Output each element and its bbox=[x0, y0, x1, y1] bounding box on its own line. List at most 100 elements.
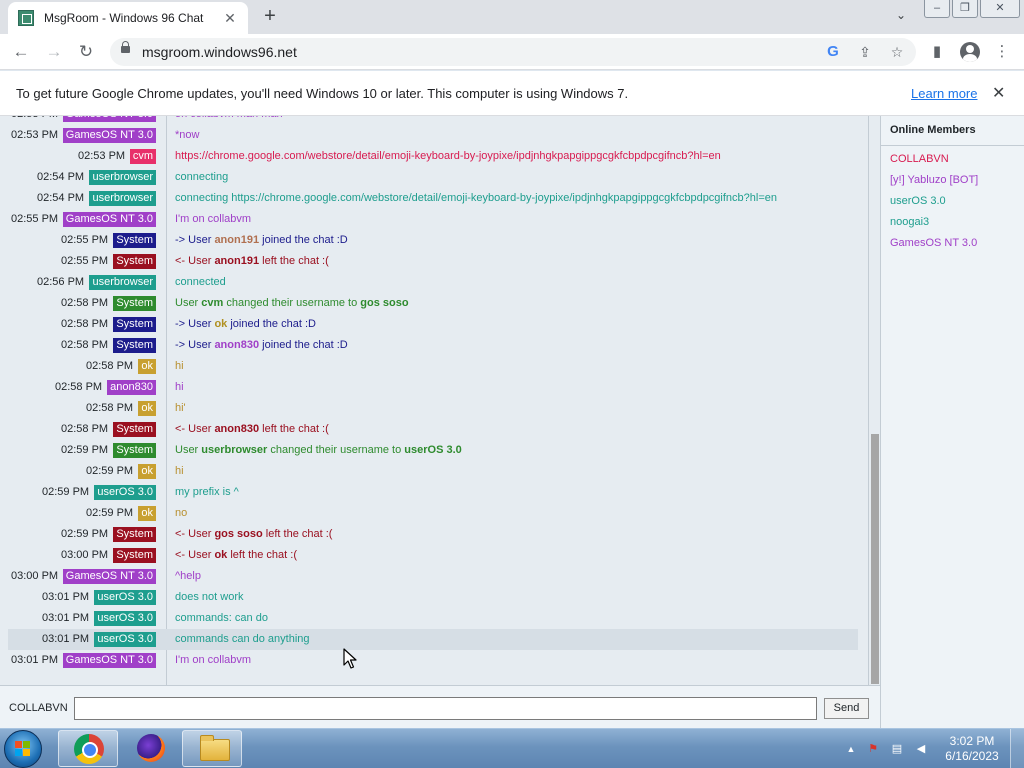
message-username-badge[interactable]: ok bbox=[138, 464, 156, 479]
message-username-badge[interactable]: GamesOS NT 3.0 bbox=[62, 653, 156, 668]
chat-scrollbar[interactable] bbox=[868, 116, 880, 685]
message-username-badge[interactable]: userOS 3.0 bbox=[94, 590, 156, 605]
message-timestamp: 02:53 PM bbox=[11, 129, 59, 141]
message-username-badge[interactable]: GamesOS NT 3.0 bbox=[62, 212, 156, 227]
reload-icon[interactable]: ↻ bbox=[74, 40, 98, 64]
message-text-fragment: joined the chat :D bbox=[227, 318, 316, 330]
message-text: connecting bbox=[175, 171, 228, 183]
message-text: -> User ok joined the chat :D bbox=[175, 318, 316, 330]
message-username-mention: cvm bbox=[201, 297, 224, 309]
network-icon[interactable]: ▤ bbox=[890, 742, 904, 756]
tab-close-icon[interactable]: ✕ bbox=[222, 10, 238, 27]
chat-log[interactable]: GamesOS NT 3.002:53 PMon collabvm man ma… bbox=[0, 116, 868, 685]
message-username-badge[interactable]: ok bbox=[138, 359, 156, 374]
scrollbar-thumb[interactable] bbox=[871, 434, 879, 684]
message-timestamp: 02:58 PM bbox=[61, 339, 109, 351]
share-icon[interactable]: ⇪ bbox=[856, 43, 874, 61]
online-member-item[interactable]: GamesOS NT 3.0 bbox=[890, 237, 977, 249]
message-text: connecting https://chrome.google.com/web… bbox=[175, 192, 777, 204]
message-username-badge[interactable]: userOS 3.0 bbox=[94, 632, 156, 647]
online-member-item[interactable]: COLLABVN bbox=[890, 153, 949, 165]
message-username-badge[interactable]: System bbox=[113, 338, 156, 353]
show-desktop-button[interactable] bbox=[1010, 729, 1024, 768]
message-input[interactable] bbox=[74, 697, 817, 720]
message-username-badge[interactable]: System bbox=[113, 527, 156, 542]
chat-message-row: ok 02:58 PM hi bbox=[8, 356, 858, 377]
lock-icon[interactable] bbox=[121, 41, 130, 53]
message-username-badge[interactable]: userbrowser bbox=[89, 170, 156, 185]
message-text-fragment: changed their username to bbox=[267, 444, 405, 456]
new-tab-icon[interactable]: + bbox=[258, 5, 282, 27]
online-member-item[interactable]: [y!] Yabluzo [BOT] bbox=[890, 174, 978, 186]
address-url[interactable]: msgroom.windows96.net bbox=[142, 44, 297, 60]
window-close-icon[interactable]: ✕ bbox=[980, 0, 1020, 18]
taskbar-chrome-button[interactable] bbox=[58, 730, 118, 767]
message-username-badge[interactable]: userbrowser bbox=[89, 191, 156, 206]
msgroom-favicon-icon bbox=[18, 10, 34, 26]
message-text-fragment: User bbox=[175, 297, 202, 309]
mouse-pointer-icon bbox=[343, 648, 357, 669]
message-text: connected bbox=[175, 276, 226, 288]
update-infobar: To get future Google Chrome updates, you… bbox=[0, 71, 1024, 116]
message-username-badge[interactable]: System bbox=[113, 317, 156, 332]
learn-more-link[interactable]: Learn more bbox=[911, 86, 977, 101]
taskbar-explorer-button[interactable] bbox=[182, 730, 242, 767]
minimize-icon[interactable]: – bbox=[924, 0, 950, 18]
start-button[interactable] bbox=[4, 730, 42, 768]
message-text: on collabvm man man bbox=[175, 116, 283, 120]
volume-icon[interactable]: ◀ bbox=[914, 742, 928, 756]
taskbar-clock[interactable]: 3:02 PM 6/16/2023 bbox=[942, 734, 1002, 764]
message-text-fragment: <- User bbox=[175, 423, 215, 435]
bookmark-star-icon[interactable]: ☆ bbox=[888, 43, 906, 61]
message-timestamp: 02:56 PM bbox=[37, 276, 85, 288]
online-member-item[interactable]: noogai3 bbox=[890, 216, 929, 228]
message-text-fragment: left the chat :( bbox=[262, 528, 333, 540]
browser-menu-icon[interactable]: ⋮ bbox=[992, 42, 1012, 62]
message-username-badge[interactable]: System bbox=[113, 296, 156, 311]
message-timestamp: 02:59 PM bbox=[42, 486, 90, 498]
profile-avatar-icon[interactable] bbox=[960, 42, 980, 62]
message-text-fragment: hi bbox=[175, 465, 184, 477]
google-lens-icon[interactable]: G bbox=[824, 43, 842, 61]
message-text: <- User anon191 left the chat :( bbox=[175, 255, 329, 267]
message-username-badge[interactable]: userOS 3.0 bbox=[94, 485, 156, 500]
message-username-badge[interactable]: cvm bbox=[129, 149, 156, 164]
message-text-fragment: does not work bbox=[175, 591, 244, 603]
show-hidden-icons-icon[interactable]: ▲ bbox=[844, 742, 858, 756]
nickname-label[interactable]: COLLABVN bbox=[9, 702, 68, 714]
message-text: I'm on collabvm bbox=[175, 213, 251, 225]
taskbar-firefox-button[interactable] bbox=[120, 730, 180, 767]
message-username-badge[interactable]: ok bbox=[138, 506, 156, 521]
chat-message-row: System 02:58 PM <- User anon830 left the c… bbox=[8, 419, 858, 440]
message-text-fragment: hi' bbox=[175, 402, 186, 414]
message-username-badge[interactable]: GamesOS NT 3.0 bbox=[62, 128, 156, 143]
message-username-badge[interactable]: System bbox=[113, 548, 156, 563]
message-username-badge[interactable]: System bbox=[113, 422, 156, 437]
message-timestamp: 02:55 PM bbox=[61, 255, 109, 267]
maximize-icon[interactable]: ❐ bbox=[952, 0, 978, 18]
chat-message-row: System 02:59 PM <- User gos soso left the … bbox=[8, 524, 858, 545]
message-username-badge[interactable]: userbrowser bbox=[89, 275, 156, 290]
message-text: https://chrome.google.com/webstore/detai… bbox=[175, 150, 721, 162]
forward-arrow-icon[interactable]: → bbox=[42, 40, 66, 64]
side-panel-icon[interactable]: ▮ bbox=[927, 42, 947, 62]
back-arrow-icon[interactable]: ← bbox=[9, 40, 33, 64]
message-username-badge[interactable]: GamesOS NT 3.0 bbox=[62, 569, 156, 584]
tab-search-icon[interactable]: ⌄ bbox=[896, 8, 906, 22]
browser-tab[interactable]: MsgRoom - Windows 96 Chat ✕ bbox=[8, 2, 248, 34]
message-username-badge[interactable]: System bbox=[113, 254, 156, 269]
message-username-badge[interactable]: System bbox=[113, 233, 156, 248]
message-username-badge[interactable]: anon830 bbox=[107, 380, 156, 395]
message-username-badge[interactable]: GamesOS NT 3.0 bbox=[62, 116, 156, 122]
infobar-close-icon[interactable]: ✕ bbox=[992, 83, 1005, 103]
action-center-flag-icon[interactable]: ⚑ bbox=[866, 742, 880, 756]
message-timestamp: 02:58 PM bbox=[86, 402, 134, 414]
message-username-badge[interactable]: userOS 3.0 bbox=[94, 611, 156, 626]
message-username-badge[interactable]: ok bbox=[138, 401, 156, 416]
online-member-item[interactable]: userOS 3.0 bbox=[890, 195, 946, 207]
message-username-badge[interactable]: System bbox=[113, 443, 156, 458]
message-timestamp: 02:58 PM bbox=[61, 423, 109, 435]
message-text-fragment: hi bbox=[175, 381, 184, 393]
send-button[interactable]: Send bbox=[824, 698, 869, 719]
address-bar[interactable]: msgroom.windows96.net G ⇪ ☆ bbox=[110, 38, 916, 66]
